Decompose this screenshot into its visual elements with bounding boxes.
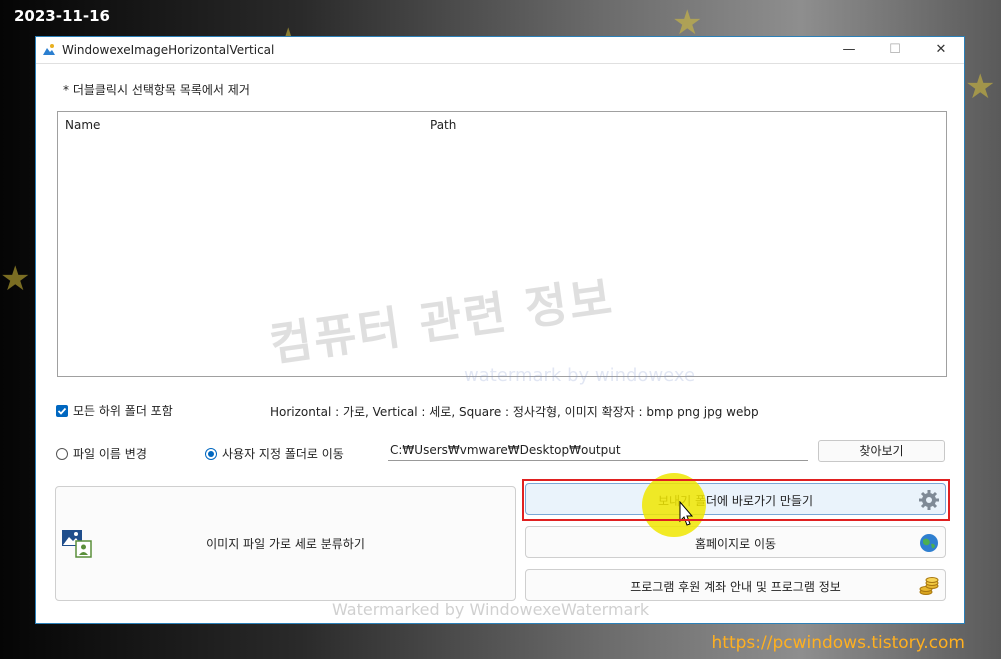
include-subfolders-checkbox[interactable]: 모든 하위 폴더 포함 xyxy=(56,402,173,419)
include-subfolders-label: 모든 하위 폴더 포함 xyxy=(73,404,173,418)
watermark-sub: watermark by windowexe xyxy=(464,365,696,386)
move-to-folder-radio[interactable]: 사용자 지정 폴더로 이동 xyxy=(205,445,344,462)
classify-images-button[interactable]: 이미지 파일 가로 세로 분류하기 xyxy=(55,486,516,601)
gear-icon xyxy=(919,490,939,510)
close-button[interactable]: ✕ xyxy=(918,37,964,63)
move-to-folder-label: 사용자 지정 폴더로 이동 xyxy=(222,447,344,461)
radio-unselected-icon xyxy=(56,447,68,460)
watermark-bottom: Watermarked by WindowexeWatermark xyxy=(332,600,650,619)
mouse-pointer-icon xyxy=(679,501,694,526)
minimize-button[interactable]: — xyxy=(826,37,872,63)
rename-file-label: 파일 이름 변경 xyxy=(73,447,147,461)
radio-selected-icon xyxy=(205,447,217,460)
donate-info-label: 프로그램 후원 계좌 안내 및 프로그램 정보 xyxy=(630,580,841,594)
column-header-name[interactable]: Name xyxy=(65,118,100,132)
cursor-highlight xyxy=(642,473,706,537)
classify-images-label: 이미지 파일 가로 세로 분류하기 xyxy=(206,537,365,551)
globe-icon xyxy=(920,534,938,552)
output-path-input[interactable] xyxy=(388,439,808,461)
rename-file-radio[interactable]: 파일 이름 변경 xyxy=(56,445,147,462)
app-window: WindowexeImageHorizontalVertical — ☐ ✕ *… xyxy=(35,36,965,624)
star-decoration: ★ xyxy=(672,3,703,43)
column-header-path[interactable]: Path xyxy=(430,118,456,132)
window-title: WindowexeImageHorizontalVertical xyxy=(62,43,275,57)
homepage-button[interactable]: 홈페이지로 이동 xyxy=(525,526,946,558)
app-icon xyxy=(42,43,56,57)
coins-icon xyxy=(919,577,939,595)
hint-text: * 더블클릭시 선택항목 목록에서 제거 xyxy=(63,83,250,97)
create-sendto-shortcut-button[interactable]: 보내기 폴더에 바로가기 만들기 xyxy=(525,483,946,515)
star-decoration: ★ xyxy=(0,259,31,299)
browse-button[interactable]: 찾아보기 xyxy=(818,440,945,462)
maximize-button[interactable]: ☐ xyxy=(872,37,918,63)
donate-info-button[interactable]: 프로그램 후원 계좌 안내 및 프로그램 정보 xyxy=(525,569,946,601)
create-sendto-shortcut-label: 보내기 폴더에 바로가기 만들기 xyxy=(658,494,813,508)
date-label: 2023-11-16 xyxy=(14,7,110,25)
homepage-label: 홈페이지로 이동 xyxy=(694,537,777,551)
star-decoration: ★ xyxy=(965,67,996,107)
checkbox-checked-icon xyxy=(56,404,68,417)
info-text: Horizontal : 가로, Vertical : 세로, Square :… xyxy=(270,405,759,419)
site-url: https://pcwindows.tistory.com xyxy=(711,633,965,653)
title-bar[interactable]: WindowexeImageHorizontalVertical — ☐ ✕ xyxy=(36,37,964,64)
